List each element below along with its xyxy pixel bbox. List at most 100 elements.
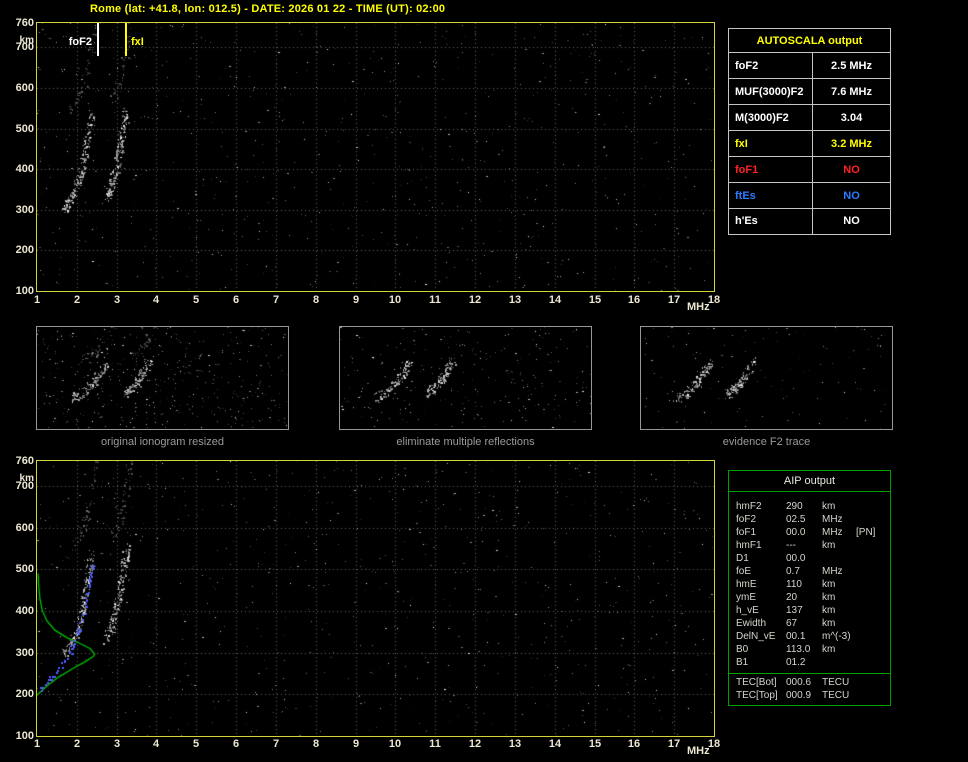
aip-row-unit [822, 552, 856, 565]
autoscala-row-value: 7.6 MHz [813, 79, 890, 104]
x-tick-label-2: 2 [74, 738, 80, 750]
aip-row-hmf2: hmF2290km [736, 500, 890, 513]
aip-row-label: foF2 [736, 513, 786, 526]
autoscala-table-title: AUTOSCALA output [729, 29, 890, 53]
x-tick-label-17: 17 [668, 738, 680, 750]
x-tick-label-1: 1 [34, 294, 40, 306]
thumbnail-caption-evidence: evidence F2 trace [640, 436, 893, 448]
autoscala-row-value: NO [813, 183, 890, 208]
x-tick-label-10: 10 [389, 294, 401, 306]
y-tick-label-200: 200 [16, 689, 34, 700]
aip-row-hmf1: hmF1---km [736, 539, 890, 552]
aip-row-extra [856, 565, 890, 578]
thumbnail-evidence-f2-trace-canvas [641, 327, 892, 429]
aip-tec-unit: TECU [822, 689, 856, 702]
x-tick-label-9: 9 [353, 294, 359, 306]
y-tick-label-400: 400 [16, 164, 34, 175]
aip-row-h-ve: h_vE137km [736, 604, 890, 617]
x-tick-label-3: 3 [114, 294, 120, 306]
fof2-marker-label: foF2 [69, 36, 92, 48]
x-tick-label-16: 16 [628, 294, 640, 306]
y-tick-label-100: 100 [16, 731, 34, 742]
aip-row-yme: ymE20km [736, 591, 890, 604]
autoscala-row-label: ftEs [729, 183, 813, 208]
x-tick-label-17: 17 [668, 294, 680, 306]
fxi-marker-line [125, 23, 127, 56]
autoscala-row-fof2: foF22.5 MHz [729, 53, 890, 79]
aip-row-extra [856, 617, 890, 630]
aip-row-extra [856, 656, 890, 669]
bottom-ionogram-canvas [37, 461, 714, 736]
aip-row-value: 113.0 [786, 643, 822, 656]
aip-row-value: --- [786, 539, 822, 552]
aip-row-fof1: foF100.0MHz[PN] [736, 526, 890, 539]
aip-row-label: h_vE [736, 604, 786, 617]
aip-row-value: 01.2 [786, 656, 822, 669]
y-tick-label-300: 300 [16, 648, 34, 659]
x-tick-label-12: 12 [469, 738, 481, 750]
x-tick-label-10: 10 [389, 738, 401, 750]
aip-row-extra: [PN] [856, 526, 890, 539]
aip-row-label: DelN_vE [736, 630, 786, 643]
aip-row-extra [856, 604, 890, 617]
thumbnail-caption-original: original ionogram resized [36, 436, 289, 448]
aip-row-label: hmF1 [736, 539, 786, 552]
aip-row-hme: hmE110km [736, 578, 890, 591]
aip-row-value: 20 [786, 591, 822, 604]
aip-row-value: 290 [786, 500, 822, 513]
x-tick-label-5: 5 [193, 738, 199, 750]
aip-row-extra [856, 643, 890, 656]
autoscala-row-h-es: h'EsNO [729, 209, 890, 234]
autoscala-row-label: foF1 [729, 157, 813, 182]
top-ionogram-plot: foF2 fxI [36, 22, 715, 292]
aip-row-label: D1 [736, 552, 786, 565]
x-tick-label-4: 4 [153, 294, 159, 306]
thumbnail-eliminate-reflections-canvas [340, 327, 591, 429]
aip-tec-row-tec-bot: TEC[Bot]000.6TECU [736, 676, 890, 689]
autoscala-row-value: 3.04 [813, 105, 890, 130]
aip-row-unit: km [822, 591, 856, 604]
y-tick-label-100: 100 [16, 286, 34, 297]
x-tick-label-9: 9 [353, 738, 359, 750]
aip-row-value: 00.0 [786, 552, 822, 565]
y-tick-label-700: 700 [16, 481, 34, 492]
aip-row-label: B0 [736, 643, 786, 656]
aip-row-label: foE [736, 565, 786, 578]
aip-row-label: hmF2 [736, 500, 786, 513]
autoscala-table-rows: foF22.5 MHzMUF(3000)F27.6 MHzM(3000)F23.… [729, 53, 890, 234]
autoscala-row-label: foF2 [729, 53, 813, 78]
fof2-marker-line [97, 23, 99, 56]
y-tick-label-500: 500 [16, 564, 34, 575]
autoscala-row-label: MUF(3000)F2 [729, 79, 813, 104]
x-tick-label-14: 14 [549, 294, 561, 306]
thumbnail-original-ionogram-canvas [37, 327, 288, 429]
aip-row-foe: foE0.7MHz [736, 565, 890, 578]
aip-tec-label: TEC[Top] [736, 689, 786, 702]
x-tick-label-6: 6 [233, 738, 239, 750]
aip-row-extra [856, 539, 890, 552]
aip-row-value: 00.0 [786, 526, 822, 539]
autoscala-row-muf-3000-f2: MUF(3000)F27.6 MHz [729, 79, 890, 105]
aip-row-label: ymE [736, 591, 786, 604]
aip-row-extra [856, 630, 890, 643]
x-tick-label-4: 4 [153, 738, 159, 750]
aip-row-unit [822, 656, 856, 669]
autoscala-row-label: M(3000)F2 [729, 105, 813, 130]
aip-row-extra [856, 578, 890, 591]
aip-row-unit: km [822, 643, 856, 656]
aip-row-label: Ewidth [736, 617, 786, 630]
y-tick-label-200: 200 [16, 245, 34, 256]
x-tick-label-12: 12 [469, 294, 481, 306]
aip-row-unit: MHz [822, 565, 856, 578]
aip-row-value: 137 [786, 604, 822, 617]
autoscala-output-table: AUTOSCALA output foF22.5 MHzMUF(3000)F27… [728, 28, 891, 235]
x-tick-label-13: 13 [509, 294, 521, 306]
thumbnail-caption-eliminate: eliminate multiple reflections [339, 436, 592, 448]
x-tick-label-15: 15 [589, 738, 601, 750]
aip-row-unit: MHz [822, 526, 856, 539]
autoscala-row-label: h'Es [729, 209, 813, 234]
x-tick-label-15: 15 [589, 294, 601, 306]
aip-row-value: 67 [786, 617, 822, 630]
aip-tec-value: 000.9 [786, 689, 822, 702]
aip-row-extra [856, 500, 890, 513]
